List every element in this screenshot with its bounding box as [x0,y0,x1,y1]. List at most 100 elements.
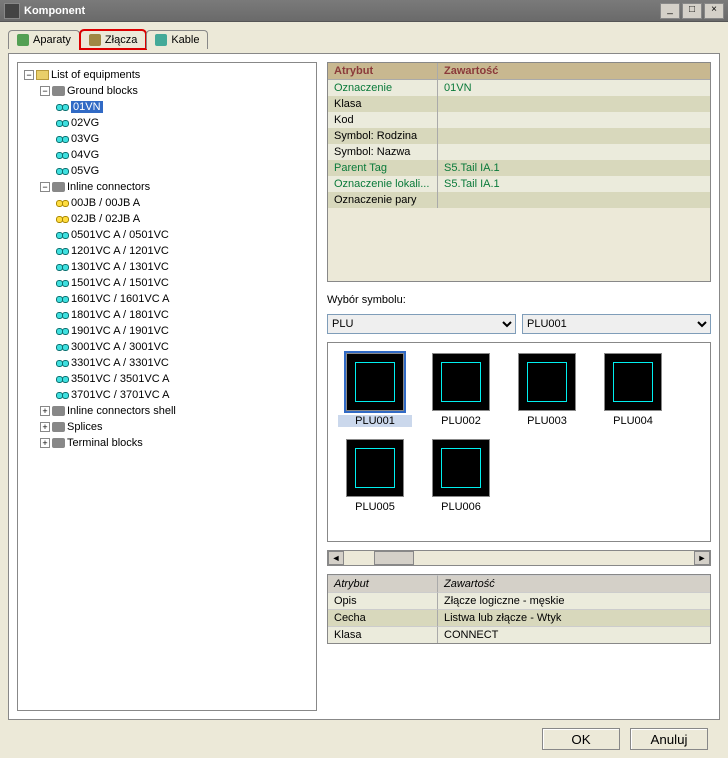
tree-item[interactable]: 04VG [56,147,312,163]
symbol-label: PLU005 [338,501,412,513]
table-row[interactable]: KlasaCONNECT [328,626,710,643]
symbol-preview [604,353,662,411]
tab-aparaty[interactable]: Aparaty [8,30,80,49]
tree-item[interactable]: 1601VC / 1601VC A [56,291,312,307]
tab-kable[interactable]: Kable [146,30,208,49]
tree-item[interactable]: 05VG [56,163,312,179]
symbol-item[interactable]: PLU004 [596,353,670,427]
attr-name: Klasa [328,96,438,112]
attr-row[interactable]: Oznaczenie pary [328,192,710,208]
tree-item[interactable]: 3301VC A / 3301VC [56,355,312,371]
symbol-selectors: PLU PLU001 [327,314,711,334]
attr-row[interactable]: Symbol: Rodzina [328,128,710,144]
tree-item[interactable]: 1801VC A / 1801VC [56,307,312,323]
attr-name: Parent Tag [328,160,438,176]
group-icon [52,422,65,432]
attr-name: Symbol: Nazwa [328,144,438,160]
symbol-item[interactable]: PLU002 [424,353,498,427]
tree-item[interactable]: 3001VC A / 3001VC [56,339,312,355]
tree-group-label[interactable]: Terminal blocks [67,437,143,449]
symbol-attributes-table: Atrybut Zawartość OpisZłącze logiczne - … [327,574,711,644]
tree-item[interactable]: 1201VC A / 1201VC [56,243,312,259]
attr-value: 01VN [438,80,710,96]
symbol-item[interactable]: PLU005 [338,439,412,513]
attr-row[interactable]: Klasa [328,96,710,112]
horizontal-scrollbar[interactable]: ◄ ► [327,550,711,566]
attr-row[interactable]: Parent TagS5.Tail IA.1 [328,160,710,176]
tree-group-label[interactable]: Splices [67,421,102,433]
attr-header-cell: Atrybut [328,63,438,79]
expander-icon[interactable]: − [40,182,50,192]
ok-button[interactable]: OK [542,728,620,750]
symbol-item[interactable]: PLU006 [424,439,498,513]
content-area: Aparaty Złącza Kable −List of equipments… [0,22,728,758]
scroll-track[interactable] [344,551,694,565]
tree-item[interactable]: 3501VC / 3501VC A [56,371,312,387]
attr-row[interactable]: Oznaczenie01VN [328,80,710,96]
connector-icon [56,166,69,176]
expander-icon[interactable]: − [24,70,34,80]
group-icon [52,86,65,96]
table-row[interactable]: CechaListwa lub złącze - Wtyk [328,609,710,626]
group-icon [52,406,65,416]
symbol-label: PLU003 [510,415,584,427]
tab-label: Kable [171,34,199,46]
scroll-thumb[interactable] [374,551,414,565]
right-panel: Atrybut Zawartość Oznaczenie01VNKlasaKod… [327,62,711,711]
tree-item[interactable]: 00JB / 00JB A [56,195,312,211]
tree-item[interactable]: 02JB / 02JB A [56,211,312,227]
connector-icon [56,230,69,240]
tree-group-label[interactable]: Inline connectors [67,181,150,193]
expander-icon[interactable]: + [40,422,50,432]
tree-item[interactable]: 02VG [56,115,312,131]
connector-icon [56,150,69,160]
symbol-preview [518,353,576,411]
folder-icon [36,70,49,80]
tree-item[interactable]: 03VG [56,131,312,147]
tree-item[interactable]: 0501VC A / 0501VC [56,227,312,243]
family-select[interactable]: PLU [327,314,516,334]
attr-header-cell: Zawartość [438,63,710,79]
scroll-left-icon[interactable]: ◄ [328,551,344,565]
maximize-button[interactable]: □ [682,3,702,19]
tree-item[interactable]: 1501VC A / 1501VC [56,275,312,291]
attr-row[interactable]: Kod [328,112,710,128]
connector-icon [56,358,69,368]
close-button[interactable]: × [704,3,724,19]
symbol-select[interactable]: PLU001 [522,314,711,334]
cancel-button[interactable]: Anuluj [630,728,708,750]
equipment-tree[interactable]: −List of equipments −Ground blocks 01VN0… [22,67,312,451]
symbol-item[interactable]: PLU003 [510,353,584,427]
attr-row[interactable]: Oznaczenie lokali...S5.Tail IA.1 [328,176,710,192]
table-row[interactable]: OpisZłącze logiczne - męskie [328,592,710,609]
tree-item[interactable]: 01VN [56,99,312,115]
attr-name: Kod [328,112,438,128]
tree-item[interactable]: 3701VC / 3701VC A [56,387,312,403]
expander-icon[interactable]: + [40,406,50,416]
connector-icon [56,246,69,256]
tree-item[interactable]: 1301VC A / 1301VC [56,259,312,275]
attr-value: S5.Tail IA.1 [438,176,710,192]
attr-name: Opis [328,592,438,609]
attr-value: S5.Tail IA.1 [438,160,710,176]
minimize-button[interactable]: _ [660,3,680,19]
attr-value [438,128,710,144]
tree-panel[interactable]: −List of equipments −Ground blocks 01VN0… [17,62,317,711]
tree-group-label[interactable]: Inline connectors shell [67,405,176,417]
symbol-preview [432,353,490,411]
tab-zlacza[interactable]: Złącza [80,30,146,49]
symbol-label: Wybór symbolu: [327,294,711,306]
scroll-right-icon[interactable]: ► [694,551,710,565]
window-title: Komponent [24,5,660,17]
expander-icon[interactable]: − [40,86,50,96]
symbol-preview [346,439,404,497]
attr-name: Oznaczenie pary [328,192,438,208]
expander-icon[interactable]: + [40,438,50,448]
symbol-label: PLU006 [424,501,498,513]
tree-item[interactable]: 1901VC A / 1901VC [56,323,312,339]
symbol-item[interactable]: PLU001 [338,353,412,427]
cable-icon [155,34,167,46]
tree-group-label[interactable]: Ground blocks [67,85,138,97]
tab-label: Aparaty [33,34,71,46]
attr-row[interactable]: Symbol: Nazwa [328,144,710,160]
